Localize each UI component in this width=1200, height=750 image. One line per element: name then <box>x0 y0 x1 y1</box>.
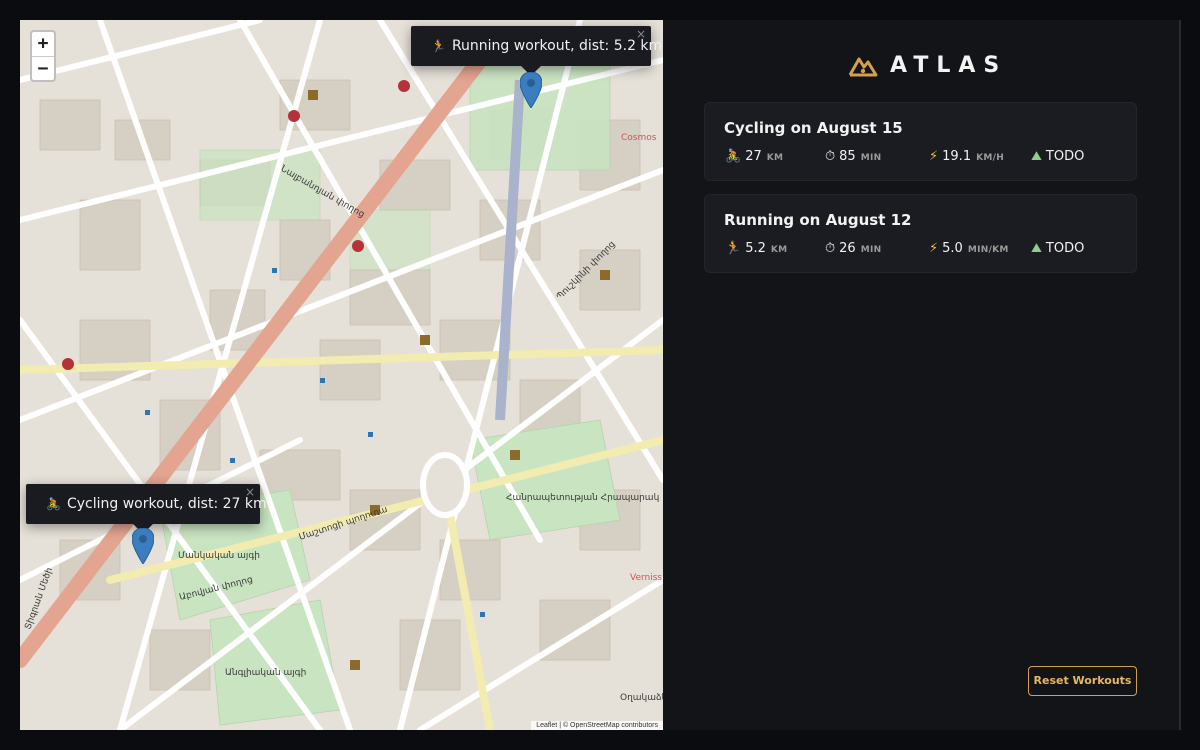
cycling-popup[interactable]: 🚴 Cycling workout, dist: 27 km × <box>26 484 267 534</box>
running-popup[interactable]: 🏃 Running workout, dist: 5.2 km × <box>411 26 662 76</box>
elevation-stat: ⛰ TODO <box>1031 241 1084 256</box>
map-tiles[interactable]: Հանրապետության Հրապարակ Մանկական այգի Ան… <box>20 20 663 730</box>
zoom-out-button[interactable]: − <box>32 56 54 80</box>
distance-value: 27 <box>745 149 762 164</box>
running-icon: 🏃 <box>431 39 446 53</box>
cycling-icon: 🚴 <box>725 149 742 164</box>
speed-stat: ⚡ 19.1 KM/H <box>929 149 1004 164</box>
elevation-stat: ⛰ TODO <box>1031 149 1084 164</box>
running-marker-pin[interactable] <box>520 72 542 108</box>
stopwatch-icon: ⏱ <box>825 149 836 164</box>
distance-stat: 🚴 27 KM <box>725 149 783 164</box>
workout-title: Running on August 12 <box>724 211 912 229</box>
distance-unit: KM <box>770 245 788 255</box>
duration-value: 26 <box>839 241 856 256</box>
lightning-icon: ⚡ <box>929 149 939 164</box>
duration-unit: MIN <box>860 153 882 163</box>
map-label-corner3: Օղակաձև զբոսայգի <box>620 693 663 703</box>
map-attribution[interactable]: Leaflet | © OpenStreetMap contributors <box>531 721 663 730</box>
close-icon[interactable]: × <box>636 20 646 54</box>
duration-value: 85 <box>839 149 856 164</box>
running-popup-text: Running workout, dist: 5.2 km <box>451 38 663 54</box>
map[interactable]: Հանրապետության Հրապարակ Մանկական այգի Ան… <box>20 20 663 730</box>
app-title: ATLAS <box>890 52 1008 78</box>
mountain-icon: ⛰ <box>1031 149 1042 164</box>
cycling-icon: 🚴 <box>46 497 61 511</box>
speed-value: 19.1 <box>942 149 972 164</box>
distance-value: 5.2 <box>745 241 766 256</box>
sidebar: ATLAS Cycling on August 15 🚴 27 KM ⏱ 85 … <box>663 20 1179 730</box>
distance-stat: 🏃 5.2 KM <box>725 241 787 256</box>
duration-unit: MIN <box>860 245 882 255</box>
zoom-in-button[interactable]: + <box>32 32 54 56</box>
speed-unit: KM/H <box>976 153 1005 163</box>
elevation-value: TODO <box>1045 149 1085 164</box>
close-icon[interactable]: × <box>245 472 255 512</box>
running-icon: 🏃 <box>725 241 742 256</box>
map-label-park2: Անգլիական այգի <box>225 668 306 678</box>
pace-unit: MIN/KM <box>967 245 1009 255</box>
duration-stat: ⏱ 85 MIN <box>825 149 881 164</box>
lightning-icon: ⚡ <box>929 241 939 256</box>
mountain-icon: ⛰ <box>1031 241 1042 256</box>
cycling-marker-pin[interactable] <box>132 528 154 564</box>
workout-card-cycling[interactable]: Cycling on August 15 🚴 27 KM ⏱ 85 MIN ⚡ … <box>704 102 1137 181</box>
workout-card-running[interactable]: Running on August 12 🏃 5.2 KM ⏱ 26 MIN ⚡… <box>704 194 1137 273</box>
app-logo: ATLAS <box>848 50 1007 80</box>
map-label-park1: Մանկական այգի <box>178 551 260 561</box>
reset-workouts-button[interactable]: Reset Workouts <box>1028 666 1137 696</box>
mountain-logo-icon <box>848 57 878 77</box>
scrollbar[interactable] <box>1179 20 1181 730</box>
pace-value: 5.0 <box>942 241 963 256</box>
app-window: Հանրապետության Հրապարակ Մանկական այգի Ան… <box>0 0 1200 750</box>
duration-stat: ⏱ 26 MIN <box>825 241 881 256</box>
pace-stat: ⚡ 5.0 MIN/KM <box>929 241 1009 256</box>
map-label-corner2: Verniss <box>630 573 662 583</box>
stopwatch-icon: ⏱ <box>825 241 836 256</box>
map-label-square: Հանրապետության Հրապարակ <box>506 493 659 503</box>
distance-unit: KM <box>766 153 784 163</box>
workout-title: Cycling on August 15 <box>724 119 903 137</box>
elevation-value: TODO <box>1045 241 1085 256</box>
zoom-control: + − <box>30 30 56 82</box>
cycling-popup-text: Cycling workout, dist: 27 km <box>66 496 267 512</box>
map-label-corner1: Cosmos <box>621 133 657 143</box>
